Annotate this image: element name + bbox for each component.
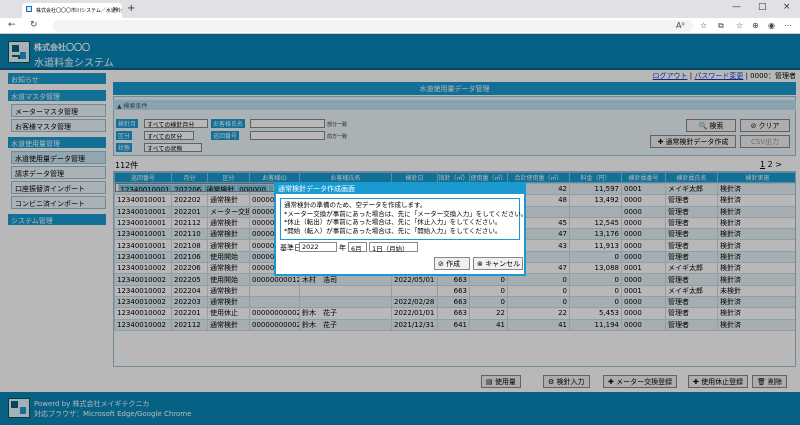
base-date-label: 基準日 <box>280 244 301 252</box>
window-close-icon[interactable]: × <box>783 2 791 12</box>
new-tab-icon[interactable]: + <box>127 3 135 14</box>
favorite-icon[interactable]: ☆ <box>700 21 707 30</box>
dialog-title: 通常検針データ作成画面 <box>274 182 526 194</box>
year-unit: 年 <box>339 244 346 252</box>
favorites-icon[interactable]: ☆ <box>736 21 743 30</box>
dialog-line-3: *休止（転出）が事前にあった場合は、先に「休止入力」をしてください。 <box>284 218 502 226</box>
check-icon: ⊘ <box>438 260 447 268</box>
url-field[interactable] <box>53 20 693 32</box>
dialog-create-label: 作成 <box>446 260 461 268</box>
month-dropdown[interactable]: 6月 <box>348 242 367 253</box>
tab-close-icon[interactable]: × <box>112 5 118 13</box>
minimize-icon[interactable]: — <box>732 2 741 12</box>
dialog-cancel-button[interactable]: ⊗ キャンセル <box>473 257 523 270</box>
dialog-create-button[interactable]: ⊘ 作成 <box>434 257 470 270</box>
favicon-icon <box>26 6 32 12</box>
year-input[interactable]: 2022 <box>299 242 337 252</box>
cancel-icon: ⊗ <box>477 260 486 268</box>
day-dropdown[interactable]: 1日（月始） <box>369 242 418 253</box>
collections-icon[interactable]: ⊕ <box>752 21 759 30</box>
back-icon[interactable]: ← <box>8 20 16 30</box>
refresh-icon[interactable]: ↻ <box>30 20 38 30</box>
dialog-message: 通常検針の準備のため、空データを作成します。 *メーター交換が事前にあった場合は… <box>280 198 528 240</box>
dialog-line-4: *開始（転入）が事前にあった場合は、先に「開始入力」をしてください。 <box>284 226 502 235</box>
browser-tab[interactable]: 株式会社〇〇〇市川システム／水道料金システム <box>22 3 122 18</box>
profile-icon[interactable]: ◉ <box>768 21 775 30</box>
read-aloud-icon[interactable]: A⁰ <box>676 21 685 30</box>
dialog-cancel-label: キャンセル <box>485 260 521 268</box>
dialog-line-2: *メーター交換が事前にあった場合は、先に「メーター交換入力」をしてください。 <box>284 209 528 218</box>
dialog-line-1: 通常検針の準備のため、空データを作成します。 <box>284 201 427 209</box>
split-icon[interactable]: ⧉ <box>718 21 724 31</box>
maximize-icon[interactable]: □ <box>758 2 767 12</box>
menu-icon[interactable]: ⋯ <box>784 21 792 30</box>
